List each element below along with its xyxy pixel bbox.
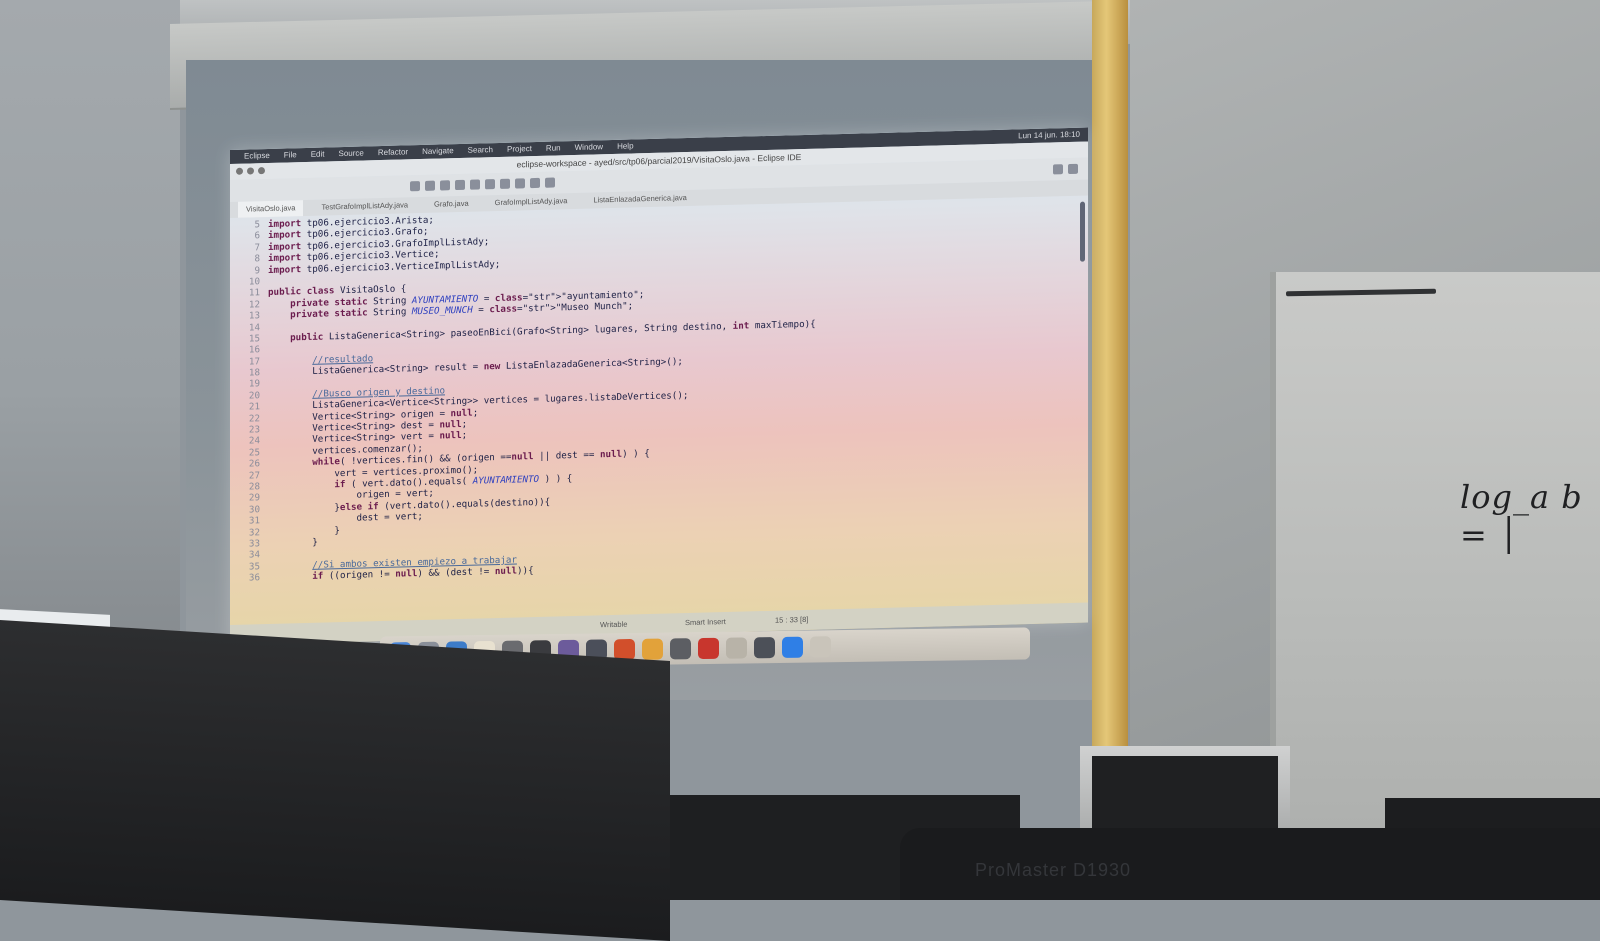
search-tool-icon[interactable]	[485, 179, 495, 190]
save-icon[interactable]	[425, 180, 435, 191]
menubar-item[interactable]: File	[284, 148, 297, 162]
calculator-icon[interactable]	[670, 637, 691, 659]
zoom-window-button[interactable]	[258, 167, 265, 175]
bin-icon[interactable]	[754, 636, 775, 658]
menubar-item[interactable]: Run	[546, 141, 561, 155]
search-icon[interactable]	[1053, 164, 1063, 175]
menubar-item[interactable]: Edit	[311, 148, 325, 162]
wooden-frame	[1092, 0, 1128, 750]
status-insert-mode: Smart Insert	[685, 617, 726, 628]
window-controls	[236, 167, 265, 175]
chrome-icon[interactable]	[642, 638, 663, 660]
menubar-item[interactable]: Search	[468, 143, 493, 158]
tab-testgrafo[interactable]: TestGrafoImplListAdy.java	[313, 197, 416, 216]
tab-grafo[interactable]: Grafo.java	[426, 196, 477, 213]
menubar-item[interactable]: Project	[507, 142, 532, 157]
tab-listaenlazada[interactable]: ListaEnlazadaGenerica.java	[585, 190, 694, 209]
open-type-icon[interactable]	[500, 178, 510, 189]
code-text: }	[268, 524, 340, 538]
sublime-icon[interactable]	[614, 638, 635, 660]
projected-eclipse-window: Eclipse File Edit Source Refactor Naviga…	[230, 127, 1088, 646]
run-icon[interactable]	[455, 179, 465, 191]
editor-scrollbar[interactable]	[1080, 201, 1085, 262]
foreground-monitor-left	[0, 620, 670, 941]
code-editor[interactable]: 5 import tp06.ejercicio3.Arista; 6 import t…	[230, 198, 1076, 623]
tab-grafoimpl[interactable]: GrafoImplListAdy.java	[487, 193, 576, 211]
trash-icon[interactable]	[810, 635, 831, 658]
debug-icon[interactable]	[440, 180, 450, 191]
line-number: 36	[248, 572, 260, 584]
tab-visitaoslo[interactable]: VisitaOslo.java	[238, 200, 304, 218]
coverage-icon[interactable]	[470, 179, 480, 190]
app-store-icon[interactable]	[782, 636, 803, 658]
menubar-item[interactable]: Eclipse	[244, 149, 270, 164]
menubar-item[interactable]: Source	[338, 146, 363, 161]
whiteboard-handwriting: log_a b = │	[1460, 478, 1583, 554]
next-annotation-icon[interactable]	[515, 178, 525, 189]
background-monitor-screen	[1092, 756, 1278, 836]
menubar-item[interactable]: Window	[575, 140, 603, 155]
left-wall	[0, 0, 180, 650]
menubar-item[interactable]: Refactor	[378, 145, 408, 160]
close-window-button[interactable]	[236, 167, 243, 175]
menubar-item[interactable]: Help	[617, 139, 633, 153]
menubar-item[interactable]: Navigate	[422, 144, 454, 159]
script-icon[interactable]	[726, 636, 747, 659]
status-cursor-position: 15 : 33 [8]	[775, 614, 809, 625]
forward-icon[interactable]	[545, 177, 555, 188]
back-icon[interactable]	[530, 177, 540, 189]
minimize-window-button[interactable]	[247, 167, 254, 175]
monitor-brand-label: ProMaster D1930	[975, 860, 1132, 880]
code-text: }	[268, 536, 318, 549]
new-file-icon[interactable]	[410, 181, 420, 192]
perspective-icon[interactable]	[1068, 163, 1078, 175]
calendar-icon[interactable]	[698, 637, 719, 659]
